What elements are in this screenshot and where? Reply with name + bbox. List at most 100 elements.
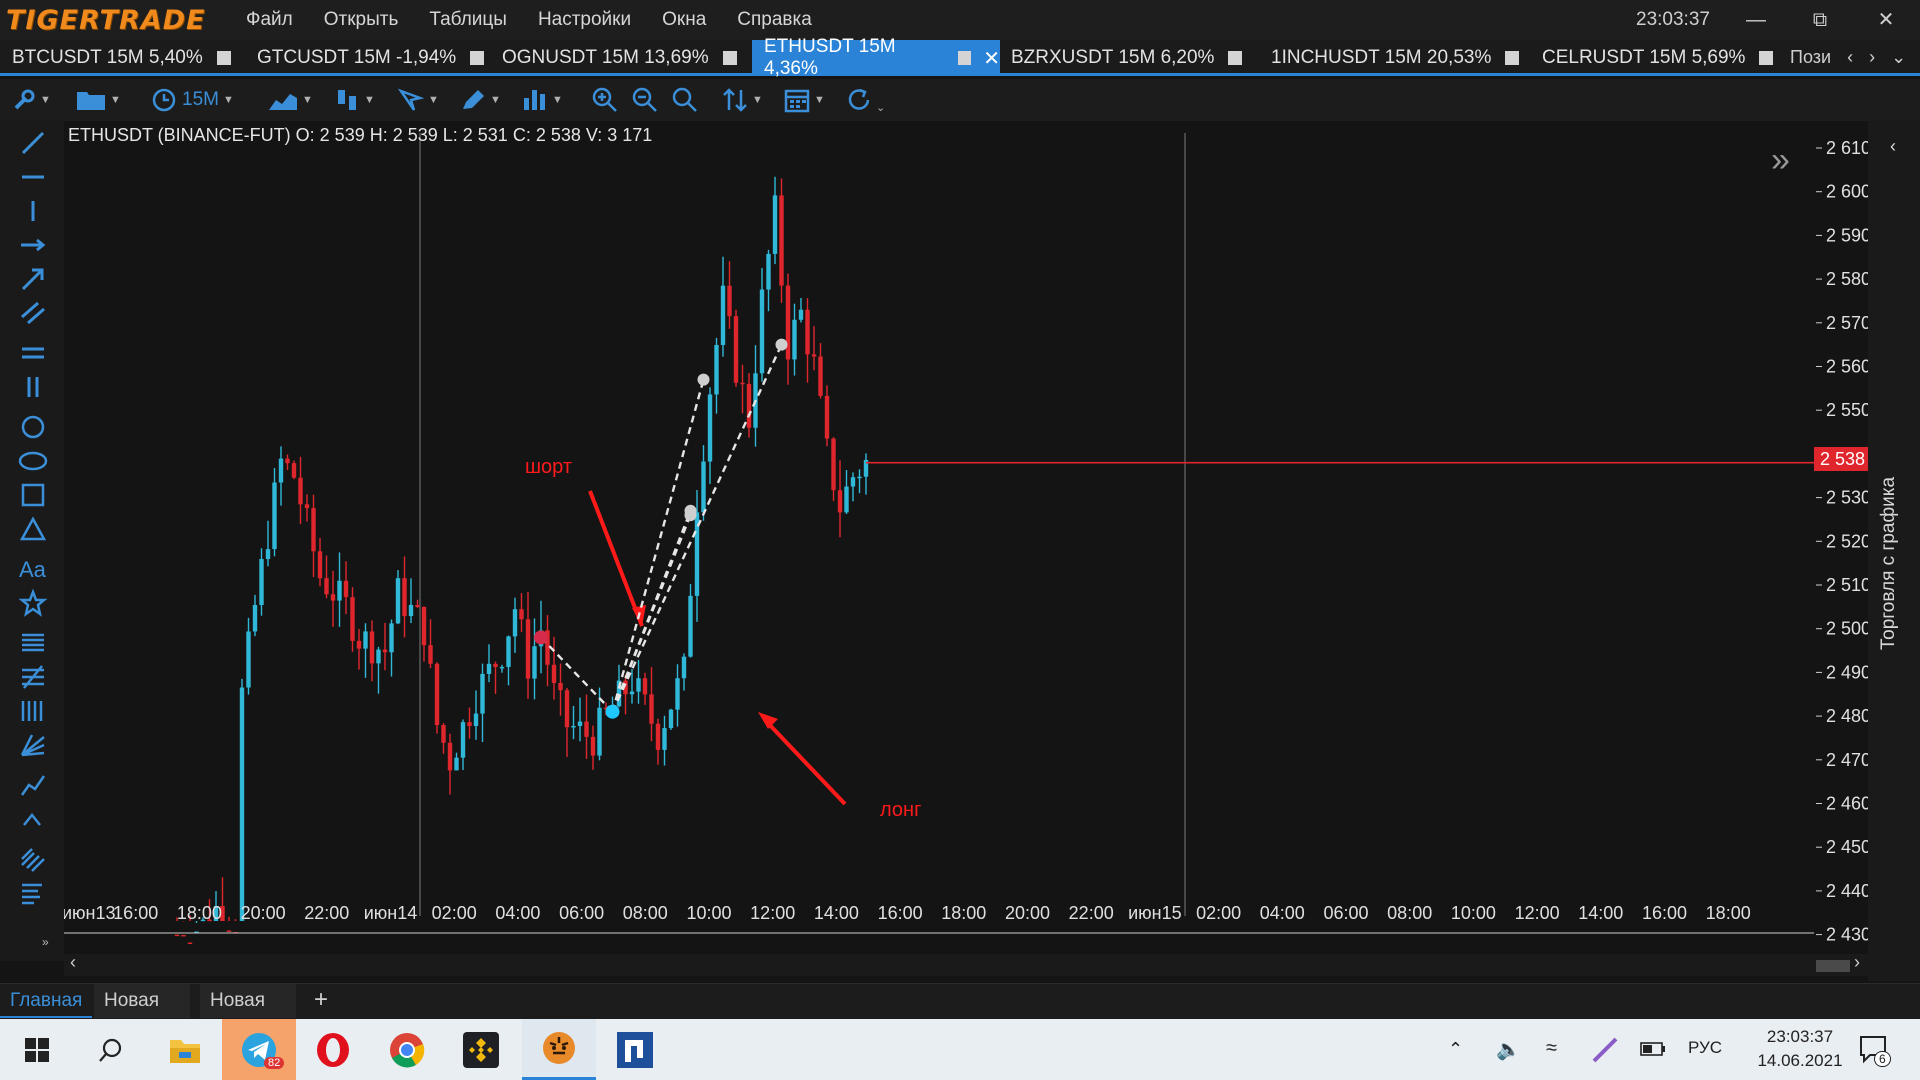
tab-ethusdt[interactable]: ETHUSDT 15M 4,36% ✕ bbox=[752, 36, 1000, 79]
ray-icon[interactable] bbox=[18, 231, 48, 259]
tab-color-icon bbox=[1759, 51, 1774, 65]
indicators-button[interactable]: ▼ bbox=[336, 86, 375, 114]
scroll-left-icon[interactable]: ‹ bbox=[70, 952, 76, 973]
binance-icon[interactable] bbox=[444, 1019, 518, 1080]
tab-bzrxusdt[interactable]: BZRXUSDT 15M 6,20% bbox=[999, 40, 1269, 76]
horizontal-line-icon[interactable] bbox=[18, 163, 48, 191]
line-handle[interactable] bbox=[697, 373, 710, 386]
candle-body bbox=[324, 578, 329, 595]
ninjatrader-icon[interactable] bbox=[598, 1019, 672, 1080]
pen-icon[interactable] bbox=[1590, 1031, 1620, 1067]
ellipse-icon[interactable] bbox=[18, 447, 48, 475]
minimize-icon[interactable]: — bbox=[1733, 6, 1779, 34]
arrow-icon[interactable] bbox=[18, 265, 48, 293]
vertical-channel-icon[interactable] bbox=[18, 373, 48, 401]
zoom-in-button[interactable] bbox=[592, 86, 618, 114]
trendline-icon[interactable] bbox=[18, 129, 48, 157]
rectangle-icon[interactable] bbox=[18, 481, 48, 509]
chart-type-button[interactable]: ▼ bbox=[268, 86, 313, 114]
taskbar-clock[interactable]: 23:03:37 14.06.2021 bbox=[1748, 1025, 1852, 1073]
file-explorer-icon[interactable] bbox=[148, 1019, 222, 1080]
candle-body bbox=[714, 344, 719, 395]
vertical-line-icon[interactable] bbox=[18, 197, 48, 225]
polyline-icon[interactable] bbox=[18, 771, 48, 799]
double-chevron-right-icon[interactable]: » bbox=[1771, 141, 1790, 180]
workspace-tab-main[interactable]: Главная bbox=[0, 984, 93, 1018]
triangle-icon[interactable] bbox=[18, 515, 48, 543]
chart-area[interactable]: шорт лонг июн13 16:00 18:00 20:00 22:00 июн14… bbox=[64, 121, 1814, 961]
tab-btcusdt[interactable]: BTCUSDT 15M 5,40% bbox=[0, 40, 245, 76]
settings-tool-button[interactable]: ▼ bbox=[12, 86, 51, 114]
parallel-lines-icon[interactable] bbox=[18, 299, 48, 327]
circle-icon[interactable] bbox=[18, 413, 48, 441]
menu-tables[interactable]: Таблицы bbox=[429, 9, 507, 31]
text-tool-icon[interactable]: Aa bbox=[18, 555, 48, 583]
chrome-icon[interactable] bbox=[370, 1019, 444, 1080]
calendar-button[interactable]: ▼ bbox=[784, 86, 825, 114]
line-handle[interactable] bbox=[775, 338, 788, 351]
draw-mode-button[interactable]: ▼ bbox=[460, 86, 501, 114]
add-workspace-icon[interactable]: + bbox=[314, 986, 328, 1014]
tab-ognusdt[interactable]: OGNUSDT 15M 13,69% bbox=[490, 40, 752, 76]
notifications-icon[interactable]: 6 bbox=[1858, 1033, 1892, 1072]
windows-start-icon[interactable] bbox=[0, 1019, 74, 1080]
tab-prev-icon[interactable]: ‹ bbox=[1847, 47, 1853, 68]
time-zones-icon[interactable] bbox=[18, 697, 48, 725]
cursor-mode-button[interactable]: ▼ bbox=[398, 86, 439, 114]
star-icon[interactable] bbox=[18, 589, 48, 617]
scroll-thumb[interactable] bbox=[1816, 960, 1850, 972]
tab-gtcusdt[interactable]: GTCUSDT 15M -1,94% bbox=[245, 40, 490, 76]
tray-expand-icon[interactable]: ⌃ bbox=[1448, 1039, 1463, 1060]
search-icon[interactable] bbox=[74, 1019, 148, 1080]
open-folder-button[interactable]: ▼ bbox=[76, 86, 121, 114]
fib-fan-icon[interactable] bbox=[18, 663, 48, 691]
line-handle[interactable] bbox=[684, 509, 697, 522]
menu-settings[interactable]: Настройки bbox=[538, 9, 631, 31]
long-entry-point[interactable] bbox=[605, 704, 620, 719]
menu-file[interactable]: Файл bbox=[246, 9, 293, 31]
tab-overflow-label[interactable]: Пози bbox=[1790, 47, 1831, 68]
path-icon[interactable] bbox=[18, 805, 48, 833]
tab-next-icon[interactable]: › bbox=[1869, 47, 1875, 68]
horizontal-channel-icon[interactable] bbox=[18, 339, 48, 367]
tab-close-icon[interactable]: ✕ bbox=[983, 46, 1000, 71]
candle-body bbox=[681, 656, 687, 679]
notes-icon[interactable] bbox=[18, 879, 48, 907]
workspace-tab-new-2[interactable]: Новая bbox=[200, 984, 296, 1018]
volume-button[interactable]: ▼ bbox=[522, 86, 563, 114]
opera-icon[interactable] bbox=[296, 1019, 370, 1080]
volume-icon[interactable]: 🔈 bbox=[1496, 1037, 1521, 1062]
refresh-button[interactable]: ⌄ bbox=[846, 86, 885, 114]
expand-tools-icon[interactable]: » bbox=[42, 935, 49, 949]
timeframe-selector[interactable]: 15M ▼ bbox=[152, 86, 234, 114]
menu-windows[interactable]: Окна bbox=[662, 9, 706, 31]
menu-open[interactable]: Открыть bbox=[324, 9, 399, 31]
fibonacci-icon[interactable] bbox=[18, 629, 48, 657]
zoom-out-button[interactable] bbox=[632, 86, 658, 114]
price-chart[interactable]: шорт лонг июн1316:00 18:00 20:00 22:00 июн14… bbox=[64, 121, 1814, 961]
menu-help[interactable]: Справка bbox=[737, 9, 812, 31]
candle-body bbox=[506, 636, 511, 667]
battery-icon[interactable] bbox=[1640, 1041, 1666, 1062]
horizontal-scrollbar[interactable]: ‹ › bbox=[64, 952, 1868, 976]
chart-trading-label[interactable]: Торговля с графика bbox=[1878, 477, 1900, 650]
chevron-left-icon[interactable]: ‹ bbox=[1890, 136, 1896, 157]
workspace-tab-new-1[interactable]: Новая bbox=[94, 984, 190, 1018]
tigertrade-taskbar-icon[interactable] bbox=[522, 1019, 596, 1080]
tab-list-icon[interactable]: ⌄ bbox=[1891, 47, 1906, 68]
sort-button[interactable]: ▼ bbox=[722, 86, 763, 114]
restore-icon[interactable]: ⧉ bbox=[1797, 6, 1843, 34]
short-entry-point[interactable] bbox=[534, 630, 548, 645]
close-icon[interactable]: ✕ bbox=[1863, 6, 1909, 34]
cursor-icon bbox=[398, 88, 424, 111]
pattern-icon[interactable] bbox=[18, 845, 48, 873]
telegram-icon[interactable]: 82 bbox=[222, 1019, 296, 1080]
zoom-fit-button[interactable] bbox=[672, 86, 698, 114]
tab-celrusdt[interactable]: CELRUSDT 15M 5,69% bbox=[1528, 40, 1793, 76]
wifi-icon[interactable]: ≈ bbox=[1546, 1037, 1557, 1060]
keyboard-language[interactable]: РУС bbox=[1688, 1038, 1722, 1058]
tab-1inchusdt[interactable]: 1INCHUSDT 15M 20,53% bbox=[1257, 40, 1547, 76]
gann-fan-icon[interactable] bbox=[18, 731, 48, 759]
price-tick-label: 2 430 bbox=[1826, 925, 1871, 945]
scroll-right-icon[interactable]: › bbox=[1854, 952, 1860, 973]
